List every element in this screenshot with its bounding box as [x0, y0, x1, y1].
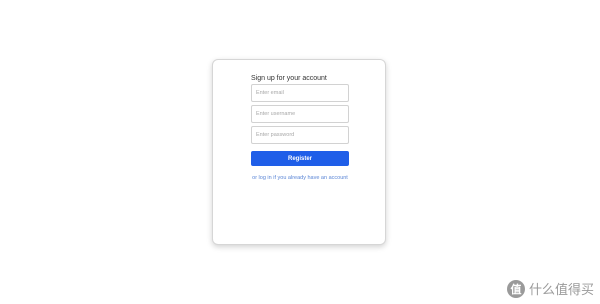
- login-link[interactable]: or log in if you already have an account: [213, 175, 387, 181]
- username-field[interactable]: [251, 105, 349, 123]
- register-button[interactable]: Register: [251, 151, 349, 166]
- signup-title: Sign up for your account: [251, 75, 327, 82]
- watermark-logo-icon: 值: [506, 279, 525, 298]
- watermark: 值 什么值得买: [506, 279, 594, 298]
- password-field[interactable]: [251, 126, 349, 144]
- watermark-text: 什么值得买: [528, 283, 594, 298]
- signup-card: Sign up for your account Register or log…: [212, 59, 386, 245]
- email-field[interactable]: [251, 84, 349, 102]
- page: Sign up for your account Register or log…: [0, 0, 600, 304]
